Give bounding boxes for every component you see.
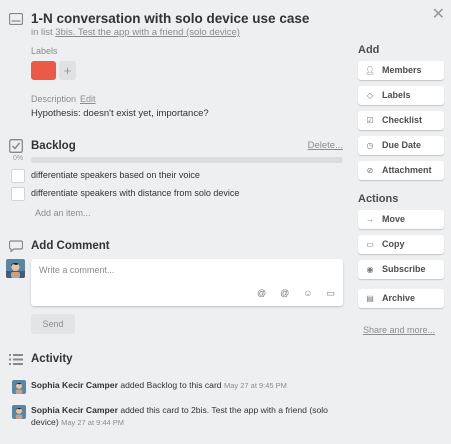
checklist-item-text[interactable]: differentiate speakers with distance fro… [31,188,239,198]
activity-user[interactable]: Sophia Kecir Camper [31,405,118,415]
attachment-button[interactable]: ⊘ Attachment [358,161,444,180]
due-date-button[interactable]: ◷ Due Date [358,136,444,155]
archive-button[interactable]: ▤ Archive [358,289,444,308]
activity-entry: Sophia Kecir Camper added Backlog to thi… [31,379,341,392]
description-text[interactable]: Hypothesis: doesn't exist yet, importanc… [31,108,209,119]
card-list-info: in list 3bis. Test the app with a friend… [31,27,240,38]
comment-icon [9,240,23,252]
checklist-delete-link[interactable]: Delete... [308,140,343,151]
due-date-button-label: Due Date [382,140,422,150]
card-title[interactable]: 1-N conversation with solo device use ca… [31,11,309,26]
card-icon: ▭ [366,240,374,249]
list-link[interactable]: 3bis. Test the app with a friend (solo d… [55,27,240,38]
add-heading: Add [358,44,380,56]
checklist-button[interactable]: ☑ Checklist [358,111,444,130]
card-icon [9,13,23,25]
add-comment-heading: Add Comment [31,240,110,252]
checklist-item-checkbox[interactable] [11,169,25,183]
activity-user[interactable]: Sophia Kecir Camper [31,380,118,390]
actions-heading: Actions [358,193,399,205]
tag-icon: ◇ [366,91,374,100]
description-edit-link[interactable]: Edit [80,94,96,104]
avatar [6,259,25,278]
activity-time[interactable]: May 27 at 9:45 PM [224,381,287,390]
subscribe-button-label: Subscribe [382,264,426,274]
members-button[interactable]: 👤︎ Members [358,61,444,80]
copy-button[interactable]: ▭ Copy [358,235,444,254]
add-checklist-item[interactable]: Add an item... [35,208,91,218]
comment-input[interactable] [37,264,331,276]
description-heading-text: Description [31,94,77,104]
arrow-right-icon: → [366,215,374,224]
checklist-icon: ☑ [366,116,374,125]
copy-button-label: Copy [382,239,405,249]
labels-button[interactable]: ◇ Labels [358,86,444,105]
emoji-icon[interactable]: ☺ [303,288,312,298]
labels-button-label: Labels [382,90,411,100]
archive-button-label: Archive [382,293,416,303]
activity-entry: Sophia Kecir Camper added this card to 2… [31,404,346,429]
comment-toolbar: @ @ ☺ ▭ [243,288,335,299]
comment-box[interactable]: @ @ ☺ ▭ [31,259,343,306]
activity-heading: Activity [31,353,73,365]
avatar [12,405,26,419]
eye-icon: ◉ [366,265,374,274]
close-icon[interactable]: ✕ [432,4,445,24]
clock-icon: ◷ [366,141,374,150]
attachment-icon[interactable]: @ [257,288,266,298]
person-icon: 👤︎ [364,66,376,75]
archive-icon: ▤ [366,294,374,303]
checklist-icon [9,139,23,153]
subscribe-button[interactable]: ◉ Subscribe [358,260,444,279]
card-icon[interactable]: ▭ [326,288,335,298]
checklist-progress-bar [31,157,343,163]
send-button[interactable]: Send [31,314,75,334]
share-and-more-link[interactable]: Share and more... [363,325,435,335]
add-label-button[interactable]: + [59,61,76,80]
mention-icon[interactable]: @ [280,288,289,298]
checklist-item-text[interactable]: differentiate speakers based on their vo… [31,170,200,180]
labels-heading: Labels [31,46,58,56]
attachment-button-label: Attachment [382,165,432,175]
checklist-percent: 0% [13,155,24,162]
members-button-label: Members [382,65,422,75]
activity-time[interactable]: May 27 at 9:44 PM [61,418,124,427]
card-detail-window: 1-N conversation with solo device use ca… [0,0,451,444]
activity-action: added Backlog to this card [120,380,222,390]
avatar [12,380,26,394]
checklist-button-label: Checklist [382,115,423,125]
checklist-title[interactable]: Backlog [31,140,76,152]
label-red[interactable] [31,61,56,80]
move-button[interactable]: → Move [358,210,444,229]
paperclip-icon: ⊘ [366,166,374,175]
description-heading: Description Edit [31,94,96,104]
activity-icon [9,354,23,365]
in-list-prefix: in list [31,27,53,38]
move-button-label: Move [382,214,406,224]
checklist-item-checkbox[interactable] [11,187,25,201]
